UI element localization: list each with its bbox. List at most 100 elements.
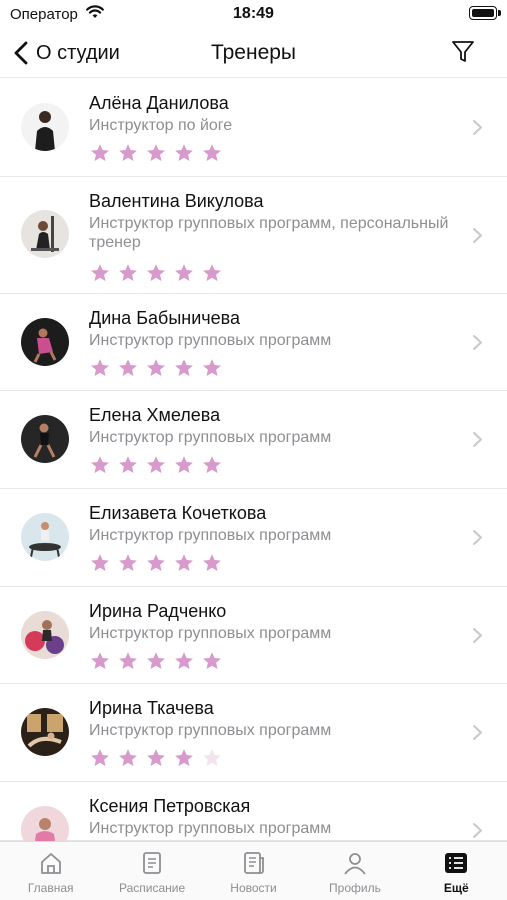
trainer-row[interactable]: Ксения Петровская Инструктор групповых пр…: [0, 782, 507, 841]
news-icon: [243, 852, 264, 874]
trainer-role: Инструктор групповых программ, персональ…: [89, 215, 449, 251]
tab-bar: Главная Расписание Новости Профиль Ещё: [0, 841, 507, 900]
tab-schedule[interactable]: Расписание: [101, 842, 202, 900]
rating-stars: [90, 748, 230, 768]
status-bar: Оператор 18:49: [0, 0, 507, 30]
rating-stars: [90, 651, 230, 671]
chevron-right-icon: [473, 823, 482, 838]
chevron-right-icon: [473, 432, 482, 447]
rating-star-icon: [91, 749, 109, 766]
back-button[interactable]: О студии: [12, 38, 120, 68]
avatar: [21, 318, 69, 366]
navigation-bar: О студии Тренеры: [0, 30, 507, 78]
rating-star-icon: [91, 652, 109, 669]
rating-stars: [90, 143, 230, 163]
status-time: 18:49: [233, 5, 274, 22]
trainer-role: Инструктор по йоге: [89, 117, 233, 134]
rating-star-icon: [203, 554, 221, 571]
rating-star-icon: [119, 359, 137, 376]
avatar: [21, 103, 69, 151]
rating-star-icon: [175, 749, 193, 766]
trainer-role: Инструктор групповых программ: [89, 625, 332, 642]
rating-star-icon: [175, 359, 193, 376]
trainer-row[interactable]: Елизавета Кочеткова Инструктор групповых …: [0, 489, 507, 587]
chevron-right-icon: [473, 228, 482, 243]
trainer-role: Инструктор групповых программ: [89, 332, 332, 349]
rating-star-icon: [147, 652, 165, 669]
tab-label: Расписание: [119, 881, 186, 895]
rating-star-icon: [203, 749, 221, 766]
tab-home[interactable]: Главная: [0, 842, 101, 900]
rating-star-icon: [91, 359, 109, 376]
tab-label: Профиль: [329, 881, 381, 895]
rating-star-icon: [175, 652, 193, 669]
avatar: [21, 611, 69, 659]
tab-label: Главная: [27, 881, 74, 895]
trainer-row[interactable]: Алёна Данилова Инструктор по йоге: [0, 79, 507, 177]
rating-star-icon: [203, 264, 221, 281]
tab-more-list[interactable]: Ещё: [406, 842, 507, 900]
rating-star-icon: [119, 749, 137, 766]
trainer-role: Инструктор групповых программ: [89, 722, 332, 739]
trainer-row[interactable]: Ирина Радченко Инструктор групповых прогр…: [0, 587, 507, 684]
tab-label: Новости: [230, 881, 277, 895]
more-list-icon: [445, 853, 468, 873]
battery-icon: [469, 6, 501, 20]
rating-stars: [90, 455, 230, 475]
trainer-name: Дина Бабыничева: [89, 308, 241, 328]
filter-icon[interactable]: [451, 39, 475, 65]
trainer-name: Алёна Данилова: [89, 93, 229, 113]
rating-star-icon: [91, 554, 109, 571]
rating-star-icon: [147, 264, 165, 281]
rating-star-icon: [119, 554, 137, 571]
home-icon: [40, 853, 61, 874]
trainer-row[interactable]: Валентина Викулова Инструктор групповых п…: [0, 177, 507, 294]
tab-label: Ещё: [443, 881, 469, 895]
trainer-row[interactable]: Ирина Ткачева Инструктор групповых програ…: [0, 684, 507, 782]
avatar: [21, 806, 69, 841]
avatar: [21, 210, 69, 258]
trainer-list: Алёна Данилова Инструктор по йоге Валентин…: [0, 79, 507, 841]
rating-star-icon: [119, 144, 137, 161]
trainer-row[interactable]: Елена Хмелева Инструктор групповых програ…: [0, 391, 507, 489]
rating-stars: [90, 553, 230, 573]
rating-star-icon: [147, 456, 165, 473]
rating-star-icon: [203, 359, 221, 376]
trainer-name: Ксения Петровская: [89, 796, 251, 816]
rating-star-icon: [147, 144, 165, 161]
rating-star-icon: [91, 264, 109, 281]
trainer-role: Инструктор групповых программ: [89, 429, 332, 446]
rating-star-icon: [203, 456, 221, 473]
chevron-left-icon: [14, 41, 28, 65]
trainer-row[interactable]: Дина Бабыничева Инструктор групповых прог…: [0, 294, 507, 391]
rating-star-icon: [119, 456, 137, 473]
tab-profile[interactable]: Профиль: [304, 842, 405, 900]
rating-star-icon: [175, 264, 193, 281]
rating-star-icon: [119, 652, 137, 669]
avatar: [21, 415, 69, 463]
rating-stars: [90, 358, 230, 378]
rating-star-icon: [203, 144, 221, 161]
chevron-right-icon: [473, 335, 482, 350]
schedule-icon: [143, 852, 162, 874]
trainer-name: Елена Хмелева: [89, 405, 221, 425]
rating-star-icon: [91, 456, 109, 473]
trainer-name: Елизавета Кочеткова: [89, 503, 267, 523]
chevron-right-icon: [473, 530, 482, 545]
rating-star-icon: [175, 554, 193, 571]
profile-icon: [344, 853, 366, 875]
trainer-name: Ирина Радченко: [89, 601, 227, 621]
trainer-role: Инструктор групповых программ: [89, 527, 332, 544]
chevron-right-icon: [473, 628, 482, 643]
chevron-right-icon: [473, 120, 482, 135]
trainer-name: Ирина Ткачева: [89, 698, 214, 718]
trainer-name: Валентина Викулова: [89, 191, 264, 211]
rating-star-icon: [203, 652, 221, 669]
tab-news[interactable]: Новости: [203, 842, 304, 900]
rating-star-icon: [175, 456, 193, 473]
back-label: О студии: [36, 41, 120, 64]
rating-star-icon: [147, 554, 165, 571]
avatar: [21, 513, 69, 561]
chevron-right-icon: [473, 725, 482, 740]
rating-star-icon: [147, 749, 165, 766]
